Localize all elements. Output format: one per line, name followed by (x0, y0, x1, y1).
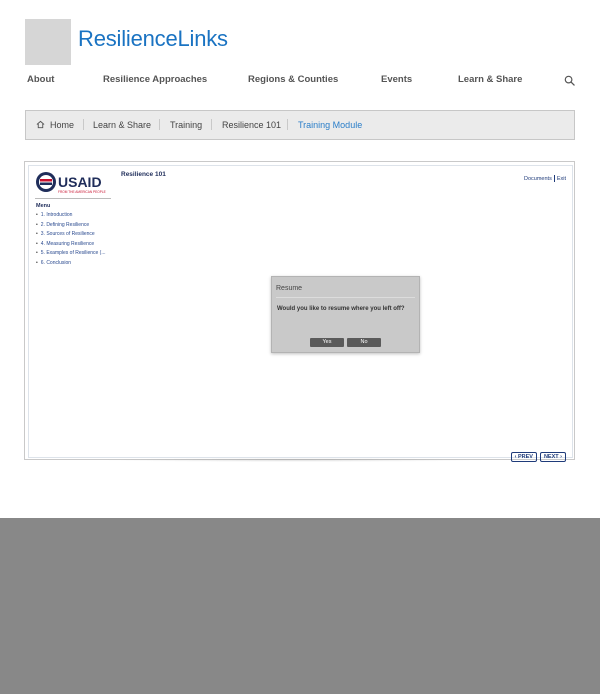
menu-title: Menu (36, 203, 51, 209)
usaid-logo: USAID FROM THE AMERICAN PEOPLE (36, 172, 106, 194)
module-menu: 1. Introduction 2. Defining Resilience 3… (36, 211, 106, 269)
training-module-frame[interactable]: USAID FROM THE AMERICAN PEOPLE Resilienc… (24, 161, 575, 462)
yes-button[interactable]: Yes (310, 338, 344, 347)
breadcrumb-resilience-101[interactable]: Resilience 101 (222, 120, 281, 130)
link-separator (553, 175, 555, 182)
next-button[interactable]: NEXT › (539, 452, 566, 462)
breadcrumb-separator (83, 119, 84, 130)
dialog-divider (276, 297, 415, 298)
dialog-message: Would you like to resume where you left … (277, 306, 405, 312)
exit-link[interactable]: Exit (557, 176, 566, 182)
nav-learn-share[interactable]: Learn & Share (458, 74, 522, 85)
breadcrumb-training[interactable]: Training (170, 120, 202, 130)
menu-item-defining-resilience[interactable]: 2. Defining Resilience (36, 221, 106, 231)
module-top-links: Documents Exit (524, 175, 566, 182)
nav-events[interactable]: Events (381, 74, 412, 85)
breadcrumb-home[interactable]: Home (50, 120, 74, 130)
no-button[interactable]: No (347, 338, 381, 347)
nav-resilience-approaches[interactable]: Resilience Approaches (103, 74, 207, 85)
main-nav: About Resilience Approaches Regions & Co… (0, 74, 600, 90)
documents-link[interactable]: Documents (524, 176, 552, 182)
menu-item-examples-of-resilience[interactable]: 5. Examples of Resilience (... (36, 249, 106, 259)
chevron-right-icon: › (558, 454, 562, 460)
breadcrumb-training-module: Training Module (298, 120, 363, 130)
breadcrumb-learn-share[interactable]: Learn & Share (93, 120, 151, 130)
module-nav-buttons: ‹ PREV NEXT › (508, 445, 566, 463)
svg-text:FROM THE AMERICAN PEOPLE: FROM THE AMERICAN PEOPLE (58, 190, 106, 194)
search-icon[interactable] (564, 75, 575, 86)
module-content: USAID FROM THE AMERICAN PEOPLE Resilienc… (28, 165, 573, 462)
site-title[interactable]: ResilienceLinks (78, 26, 228, 52)
breadcrumb: Home Learn & Share Training Resilience 1… (25, 110, 575, 140)
next-label: NEXT (543, 454, 559, 460)
prev-button[interactable]: ‹ PREV (510, 452, 537, 462)
module-shadow (100, 458, 490, 462)
nav-regions-counties[interactable]: Regions & Counties (248, 74, 338, 85)
footer-area (0, 518, 600, 694)
menu-item-sources-of-resilience[interactable]: 3. Sources of Resilience (36, 230, 106, 240)
menu-item-introduction[interactable]: 1. Introduction (36, 211, 106, 221)
course-title: Resilience 101 (121, 171, 166, 178)
logo-divider (35, 198, 111, 199)
dialog-title: Resume (276, 285, 303, 292)
breadcrumb-separator (211, 119, 212, 130)
svg-text:USAID: USAID (58, 174, 102, 190)
menu-item-measuring-resilience[interactable]: 4. Measuring Resilience (36, 240, 106, 250)
prev-label: PREV (517, 454, 533, 460)
site-logo-placeholder[interactable] (25, 19, 71, 65)
breadcrumb-separator (287, 119, 288, 130)
breadcrumb-separator (159, 119, 160, 130)
nav-about[interactable]: About (27, 74, 54, 85)
home-icon[interactable] (36, 120, 45, 129)
resume-dialog: Resume Would you like to resume where yo… (271, 276, 420, 353)
menu-item-conclusion[interactable]: 6. Conclusion (36, 259, 106, 269)
